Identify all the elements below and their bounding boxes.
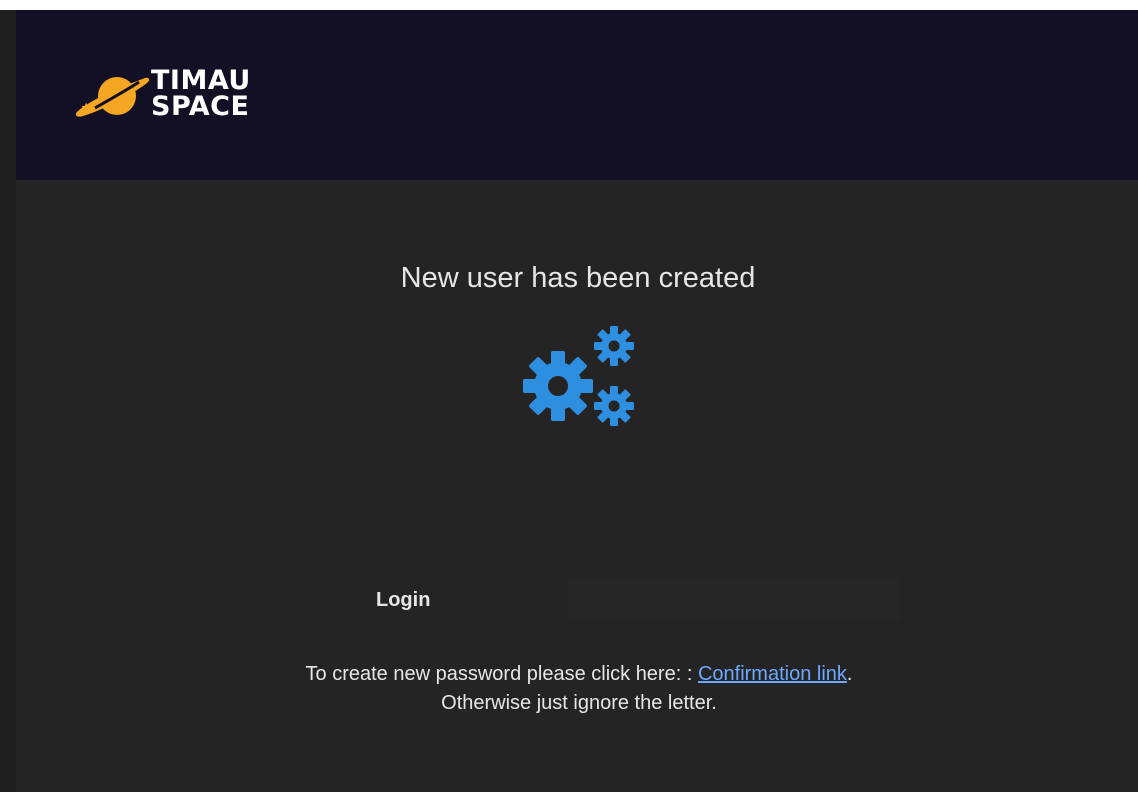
left-border	[0, 10, 16, 792]
logo-line-2: SPACE	[151, 91, 250, 122]
content: New user has been created Login To creat…	[16, 180, 1138, 792]
instruction-line-1: To create new password please click here…	[16, 660, 1138, 689]
login-row: Login	[16, 577, 1138, 623]
logo-text: TIMAU SPACE	[151, 67, 251, 122]
confirmation-link[interactable]: Confirmation link	[698, 663, 847, 685]
instruction-text: To create new password please click here…	[16, 660, 1138, 718]
page-title: New user has been created	[400, 262, 756, 294]
instruction-line-2: Otherwise just ignore the letter.	[441, 692, 717, 714]
gears-icon	[523, 326, 634, 426]
login-label: Login	[376, 589, 431, 611]
header: TIMAU SPACE	[16, 10, 1138, 180]
instruction-prefix: To create new password please click here…	[305, 663, 698, 685]
logo: TIMAU SPACE	[73, 66, 273, 130]
instruction-suffix: .	[846, 663, 853, 685]
email-frame: TIMAU SPACE New user has been created Lo…	[0, 10, 1138, 792]
planet-logo-icon	[75, 77, 150, 117]
login-value	[568, 578, 901, 621]
